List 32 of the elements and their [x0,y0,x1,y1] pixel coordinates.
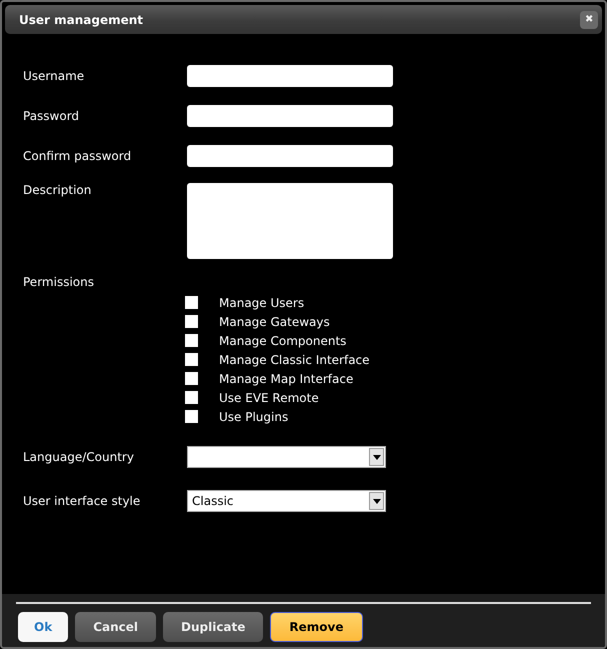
permissions-label: Permissions [23,275,95,289]
action-button[interactable]: Remove [270,612,362,642]
action-button[interactable]: Duplicate [163,612,264,642]
checkbox-label: Manage Map Interface [219,372,354,386]
checkbox[interactable] [185,315,198,328]
field-label: User interface style [23,494,142,508]
checkbox-label: Manage Classic Interface [219,352,370,366]
checkbox[interactable] [185,372,198,385]
input-field[interactable] [187,145,393,167]
checkbox[interactable] [185,391,198,404]
description-field[interactable] [187,183,393,259]
action-button[interactable]: Ok [18,612,68,642]
field-label: Password [23,109,80,123]
action-button[interactable]: Cancel [75,612,156,642]
field-label: Language/Country [23,450,135,464]
checkbox[interactable] [185,334,198,347]
field-label: Username [23,69,86,83]
checkbox[interactable] [185,410,198,423]
input-field[interactable] [187,105,393,127]
checkbox-label: Manage Gateways [219,314,330,328]
dropdown[interactable]: Classic [187,490,386,512]
checkbox[interactable] [185,353,198,366]
checkbox-label: Use EVE Remote [219,390,319,404]
checkbox-label: Manage Components [219,334,346,348]
checkbox-label: Use Plugins [219,410,288,424]
checkbox-label: Manage Users [219,296,304,310]
field-label: Description [23,183,92,197]
checkbox[interactable] [185,296,198,309]
close-button[interactable]: ✖ [580,10,598,28]
input-field[interactable] [187,65,393,87]
window-title: User management [19,12,144,26]
field-label: Confirm password [23,149,132,163]
